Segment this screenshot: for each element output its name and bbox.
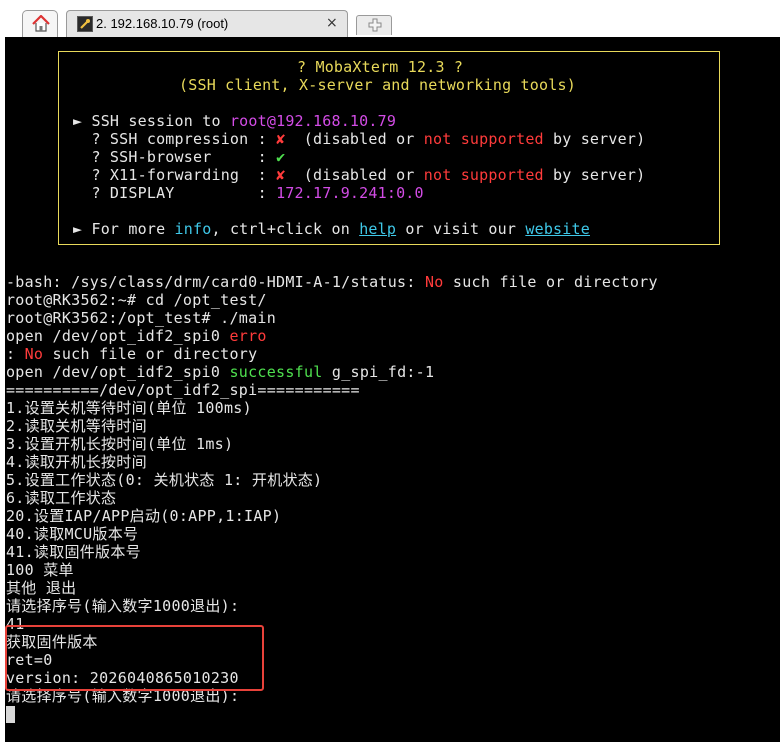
disabled-text: (disabled or: [285, 130, 424, 148]
menu-item: 其他 退出: [6, 579, 77, 597]
help-link[interactable]: help: [359, 220, 396, 238]
highlight-box: [5, 625, 264, 691]
ssh-terminal-icon: [77, 16, 93, 32]
no-text: No: [424, 273, 444, 291]
menu-item: 1.设置关机等待时间(单位 100ms): [6, 399, 252, 417]
terminal-cursor: [6, 706, 15, 723]
not-supported-text: not supported: [423, 130, 544, 148]
by-server-text: by server): [543, 130, 646, 148]
more-prefix: ► For more: [73, 220, 175, 238]
menu-item: 2.读取关机等待时间: [6, 417, 147, 435]
menu-item: 6.读取工作状态: [6, 489, 117, 507]
session-prefix: ► SSH session to: [73, 112, 230, 130]
x11-label: ? X11-forwarding :: [73, 166, 277, 184]
open-error-prefix: open /dev/opt_idf2_spi0: [6, 327, 230, 345]
new-tab-button[interactable]: [356, 15, 392, 35]
open-ok-suffix: g_spi_fd:-1: [322, 363, 435, 381]
ssh-compression-label: ? SSH compression :: [73, 130, 277, 148]
menu-item: 5.设置工作状态(0: 关机状态 1: 开机状态): [6, 471, 323, 489]
menu-item: 4.读取开机长按时间: [6, 453, 147, 471]
display-line: ? DISPLAY : 172.17.9.241:0.0: [73, 184, 424, 202]
ssh-compression-line: ? SSH compression : ✘ (disabled or not s…: [73, 130, 645, 148]
ssh-browser-line: ? SSH-browser : ✔: [73, 148, 285, 166]
home-icon: [32, 15, 50, 32]
open-ok-prefix: open /dev/opt_idf2_spi0: [6, 363, 230, 381]
no-text: No: [24, 345, 44, 363]
tab-bar: 2. 192.168.10.79 (root) ×: [0, 0, 780, 37]
colon-text: :: [6, 345, 25, 363]
by-server-text: by server): [543, 166, 646, 184]
menu-item: 100 菜单: [6, 561, 74, 579]
bash-error-prefix: -bash: /sys/class/drm/card0-HDMI-A-1/sta…: [6, 273, 425, 291]
tab-session-label: 2. 192.168.10.79 (root): [96, 16, 229, 31]
no-such-suffix: such file or directory: [43, 345, 258, 363]
erro-text: erro: [229, 327, 267, 345]
more-info-line: ► For more info, ctrl+click on help or v…: [73, 220, 590, 238]
no-such-file-line: : No such file or directory: [6, 345, 257, 363]
bash-error-line: -bash: /sys/class/drm/card0-HDMI-A-1/sta…: [6, 273, 658, 291]
more-mid: , ctrl+click on: [211, 220, 360, 238]
bash-error-suffix: such file or directory: [443, 273, 658, 291]
check-icon: ✔: [276, 148, 286, 166]
open-success-line: open /dev/opt_idf2_spi0 successful g_spi…: [6, 363, 434, 381]
command-line: root@RK3562:~# cd /opt_test/: [6, 291, 267, 309]
terminal-output[interactable]: ? MobaXterm 12.3 ? (SSH client, X-server…: [5, 37, 780, 742]
banner-title: ? MobaXterm 12.3 ?: [297, 58, 464, 76]
prompt-line: 请选择序号(输入数字1000退出):: [6, 597, 240, 615]
x11-forwarding-line: ? X11-forwarding : ✘ (disabled or not su…: [73, 166, 645, 184]
successful-text: successful: [229, 363, 323, 381]
close-icon[interactable]: ×: [326, 15, 338, 31]
home-tab[interactable]: [22, 10, 58, 37]
welcome-banner: ? MobaXterm 12.3 ? (SSH client, X-server…: [58, 51, 720, 245]
display-label: ? DISPLAY :: [73, 184, 277, 202]
menu-item: 20.设置IAP/APP启动(0:APP,1:IAP): [6, 507, 282, 525]
display-value: 172.17.9.241:0.0: [276, 184, 424, 202]
ssh-browser-label: ? SSH-browser :: [73, 148, 277, 166]
not-supported-text: not supported: [423, 166, 544, 184]
command-line: root@RK3562:/opt_test# ./main: [6, 309, 277, 327]
banner-subtitle: (SSH client, X-server and networking too…: [179, 76, 576, 94]
menu-item: 3.设置开机长按时间(单位 1ms): [6, 435, 234, 453]
session-target: root@192.168.10.79: [229, 112, 397, 130]
info-text: info: [174, 220, 212, 238]
cross-icon: ✘: [276, 166, 286, 184]
more-mid2: or visit our: [396, 220, 526, 238]
menu-item: 41.读取固件版本号: [6, 543, 141, 561]
banner-session-line: ► SSH session to root@192.168.10.79: [73, 112, 396, 130]
separator-line: ==========/dev/opt_idf2_spi===========: [6, 381, 360, 399]
open-error-line: open /dev/opt_idf2_spi0 erro: [6, 327, 267, 345]
website-link[interactable]: website: [525, 220, 590, 238]
cross-icon: ✘: [276, 130, 286, 148]
disabled-text: (disabled or: [285, 166, 424, 184]
new-tab-icon: [368, 18, 382, 32]
tab-session[interactable]: 2. 192.168.10.79 (root) ×: [66, 10, 348, 37]
menu-item: 40.读取MCU版本号: [6, 525, 139, 543]
